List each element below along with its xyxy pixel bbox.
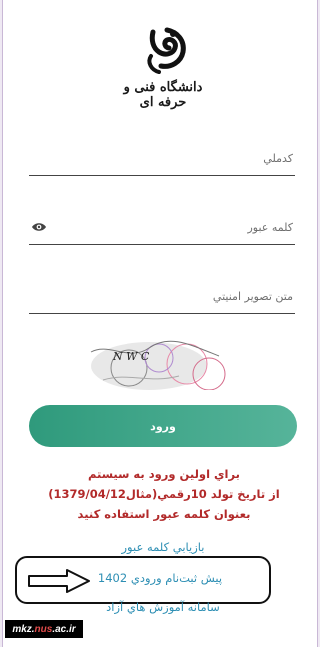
notice-line-2: از تاريخ تولد 10رقمي(مثال1379/04/12) xyxy=(48,487,280,501)
watermark-suffix: .ac.ir xyxy=(52,623,76,635)
arrow-right-icon xyxy=(28,569,90,593)
logo-emblem-icon xyxy=(147,27,186,74)
logo-text: دانشگاه فنی و حرفه ای xyxy=(123,80,203,110)
watermark-prefix: mkz. xyxy=(12,623,35,635)
notice-line-1: براي اولين ورود به سيستم xyxy=(88,467,240,481)
password-field[interactable] xyxy=(29,211,295,245)
login-screen: دانشگاه فنی و حرفه ای N W C ورود براي او… xyxy=(2,0,318,647)
free-education-link[interactable]: سامانه آموزش هاي آزاد xyxy=(3,600,320,614)
site-watermark: mkz. nus .ac.ir xyxy=(5,620,83,638)
eye-icon[interactable] xyxy=(31,221,47,233)
national-id-field[interactable] xyxy=(29,142,295,176)
captcha-image: N W C xyxy=(89,338,237,390)
login-button[interactable]: ورود xyxy=(29,405,297,447)
captcha-input[interactable] xyxy=(29,290,295,303)
national-id-input[interactable] xyxy=(29,152,295,165)
captcha-field[interactable] xyxy=(29,280,295,314)
notice-line-3: بعنوان كلمه عبور استفاده كنيد xyxy=(77,507,251,521)
first-login-notice: براي اولين ورود به سيستم از تاريخ تولد 1… xyxy=(33,464,295,524)
university-logo: دانشگاه فنی و حرفه ای xyxy=(108,26,218,110)
watermark-accent: nus xyxy=(34,623,53,635)
captcha-text: N W C xyxy=(112,350,150,363)
password-recovery-link[interactable]: بازيابي كلمه عبور xyxy=(3,540,320,554)
password-input[interactable] xyxy=(29,221,295,234)
pre-registration-link[interactable]: پيش ثبت‌نام ورودي 1402 xyxy=(95,571,225,585)
